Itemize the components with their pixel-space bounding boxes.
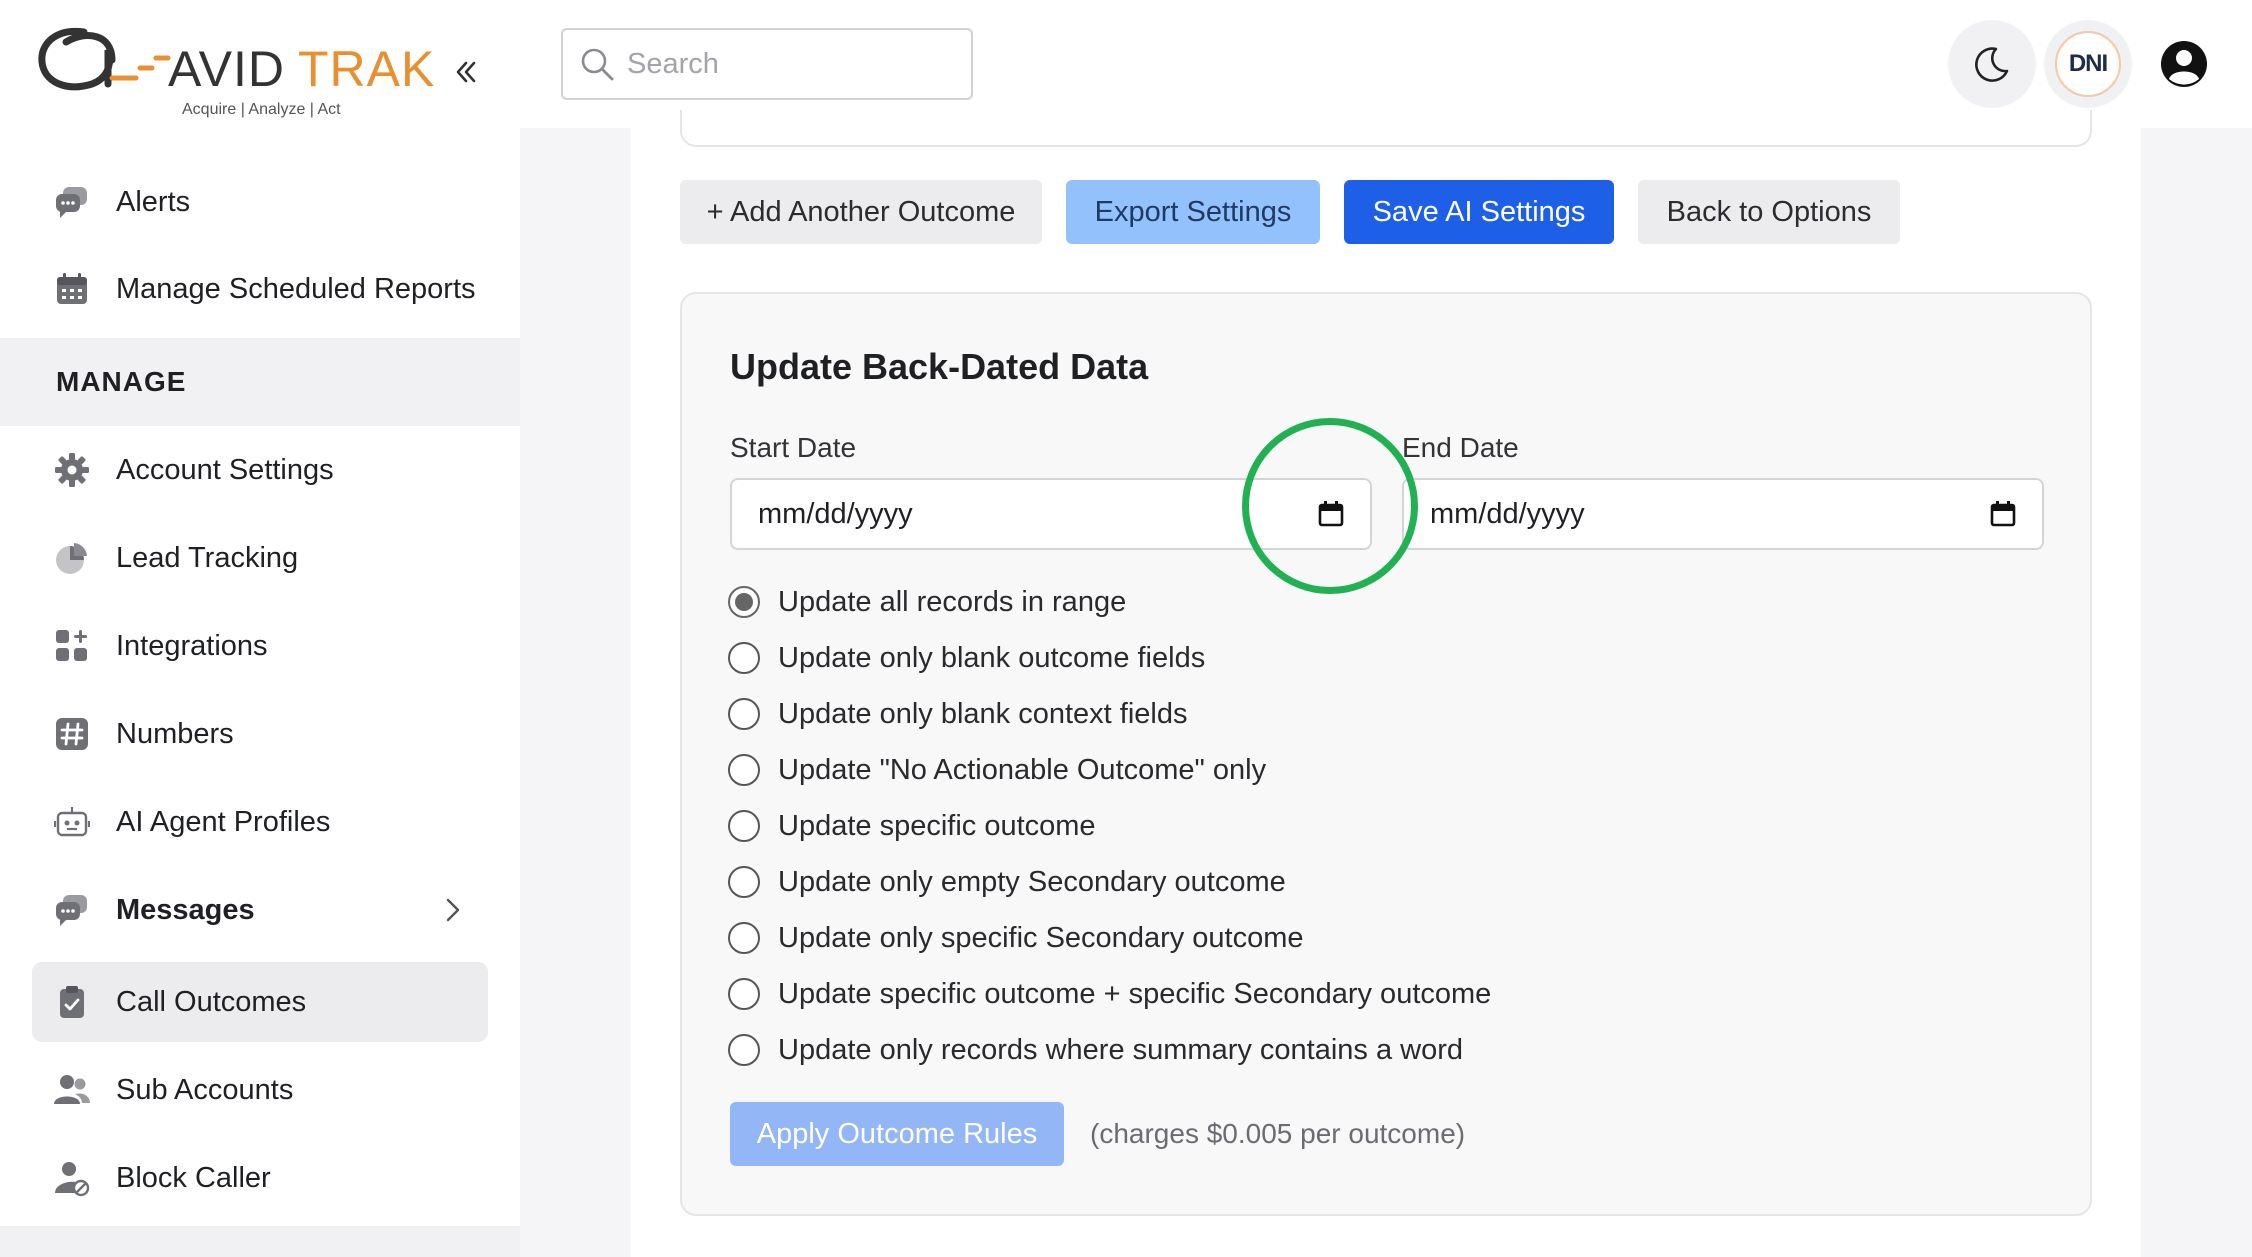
radio-label: Update only blank context fields <box>778 697 1188 730</box>
start-date-label: Start Date <box>730 432 857 463</box>
chevron-right-icon <box>440 894 466 931</box>
sidebar-item-manage-scheduled-reports[interactable]: Manage Scheduled Reports <box>32 249 488 329</box>
section-header-manage: MANAGE <box>0 338 520 426</box>
sidebar-item-label: Lead Tracking <box>116 541 299 574</box>
radio-label: Update only empty Secondary outcome <box>778 865 1286 898</box>
radio-label: Update only specific Secondary outcome <box>778 921 1304 954</box>
users-icon <box>52 1070 92 1110</box>
radio-summary-contains-word[interactable]: Update only records where summary contai… <box>728 1030 1463 1070</box>
radio-label: Update only blank outcome fields <box>778 641 1206 674</box>
calendar-icon <box>52 269 92 309</box>
sidebar-item-label: Alerts <box>116 185 191 218</box>
clipboard-check-icon <box>52 982 92 1022</box>
radio-label: Update specific outcome <box>778 809 1096 842</box>
logo-tagline: Acquire | Analyze | Act <box>182 101 341 118</box>
sidebar-item-lead-tracking[interactable]: Lead Tracking <box>32 518 488 598</box>
radio-blank-context-fields[interactable]: Update only blank context fields <box>728 694 1187 734</box>
chat-bubbles-icon <box>52 890 92 930</box>
avidtrak-logo[interactable]: AVID TRAK Acquire | Analyze | Act <box>36 20 446 130</box>
dni-badge: DNI <box>2055 31 2121 97</box>
logo-wordmark-trak: TRAK <box>298 41 435 97</box>
card-title: Update Back-Dated Data <box>730 346 1149 387</box>
chat-bubbles-icon <box>52 182 92 222</box>
end-date-input[interactable]: mm/dd/yyyy <box>1402 478 2044 550</box>
radio-button[interactable] <box>728 810 760 842</box>
radio-button[interactable] <box>728 978 760 1010</box>
radio-button[interactable] <box>728 754 760 786</box>
radio-empty-secondary-outcome[interactable]: Update only empty Secondary outcome <box>728 862 1286 902</box>
sidebar-item-block-caller[interactable]: Block Caller <box>32 1138 488 1218</box>
sidebar-footer-band <box>0 1226 520 1257</box>
grid-plus-icon <box>52 626 92 666</box>
dark-mode-toggle[interactable] <box>1948 20 2036 108</box>
radio-label: Update only records where summary contai… <box>778 1033 1464 1066</box>
radio-button[interactable] <box>728 698 760 730</box>
radio-specific-secondary-outcome[interactable]: Update only specific Secondary outcome <box>728 918 1304 958</box>
apply-outcome-rules-button[interactable]: Apply Outcome Rules <box>730 1102 1064 1166</box>
radio-button[interactable] <box>728 642 760 674</box>
radio-label: Update all records in range <box>778 585 1127 618</box>
end-date-value: mm/dd/yyyy <box>1430 497 1585 530</box>
double-chevron-left-icon <box>456 61 476 83</box>
sidebar-item-label: Call Outcomes <box>116 985 307 1018</box>
collapse-sidebar-button[interactable] <box>446 50 486 94</box>
sidebar-item-label: Integrations <box>116 629 268 662</box>
sidebar-item-label: Numbers <box>116 717 234 750</box>
save-ai-settings-button[interactable]: Save AI Settings <box>1344 180 1614 244</box>
user-block-icon <box>52 1158 92 1198</box>
sidebar-item-label: Account Settings <box>116 453 334 486</box>
radio-label: Update "No Actionable Outcome" only <box>778 753 1267 786</box>
sidebar: AVID TRAK Acquire | Analyze | Act Alerts… <box>0 0 520 1257</box>
pie-chart-icon <box>52 538 92 578</box>
sidebar-item-label: AI Agent Profiles <box>116 805 331 838</box>
end-date-label: End Date <box>1402 432 1519 463</box>
dni-label: DNI <box>2068 50 2108 77</box>
sidebar-item-messages[interactable]: Messages <box>32 870 488 950</box>
sidebar-item-ai-agent-profiles[interactable]: AI Agent Profiles <box>32 782 488 862</box>
start-date-value: mm/dd/yyyy <box>758 497 913 530</box>
sidebar-item-label: Sub Accounts <box>116 1073 294 1106</box>
radio-dot <box>735 593 753 611</box>
sidebar-item-account-settings[interactable]: Account Settings <box>32 430 488 510</box>
sidebar-item-alerts[interactable]: Alerts <box>32 162 488 242</box>
sidebar-item-numbers[interactable]: Numbers <box>32 694 488 774</box>
search-icon <box>579 46 615 82</box>
top-bar: DNI <box>520 0 2252 128</box>
radio-button[interactable] <box>728 1034 760 1066</box>
charge-note: (charges $0.005 per outcome) <box>1090 1118 1466 1149</box>
radio-button-checked[interactable] <box>728 586 760 618</box>
radio-label: Update specific outcome + specific Secon… <box>778 977 1492 1010</box>
export-settings-button[interactable]: Export Settings <box>1066 180 1320 244</box>
section-header-label: MANAGE <box>56 366 187 397</box>
sidebar-item-sub-accounts[interactable]: Sub Accounts <box>32 1050 488 1130</box>
radio-update-all-records[interactable]: Update all records in range <box>728 582 1126 622</box>
sidebar-item-label: Messages <box>116 893 255 926</box>
radio-blank-outcome-fields[interactable]: Update only blank outcome fields <box>728 638 1205 678</box>
sidebar-item-label: Block Caller <box>116 1161 271 1194</box>
previous-card-edge <box>680 110 2092 147</box>
start-date-input[interactable]: mm/dd/yyyy <box>730 478 1372 550</box>
logo-wordmark-avid: AVID <box>168 41 285 97</box>
add-another-outcome-button[interactable]: + Add Another Outcome <box>680 180 1042 244</box>
radio-specific-outcome-and-secondary[interactable]: Update specific outcome + specific Secon… <box>728 974 1491 1014</box>
radio-button[interactable] <box>728 866 760 898</box>
user-avatar-icon <box>2161 41 2207 87</box>
radio-button[interactable] <box>728 922 760 954</box>
user-menu-button[interactable] <box>2140 20 2228 108</box>
moon-icon <box>1975 47 2009 82</box>
hashtag-icon <box>52 714 92 754</box>
radio-specific-outcome[interactable]: Update specific outcome <box>728 806 1096 846</box>
gear-icon <box>52 450 92 490</box>
search-input[interactable] <box>627 47 947 81</box>
sidebar-item-call-outcomes[interactable]: Call Outcomes <box>32 962 488 1042</box>
robot-icon <box>52 802 92 842</box>
radio-no-actionable-outcome[interactable]: Update "No Actionable Outcome" only <box>728 750 1266 790</box>
sidebar-item-label: Manage Scheduled Reports <box>116 272 476 305</box>
calendar-picker-icon[interactable] <box>1318 500 1344 528</box>
dni-button[interactable]: DNI <box>2044 20 2132 108</box>
sidebar-item-integrations[interactable]: Integrations <box>32 606 488 686</box>
calendar-picker-icon[interactable] <box>1990 500 2016 528</box>
search-box[interactable] <box>561 28 973 100</box>
back-to-options-button[interactable]: Back to Options <box>1638 180 1900 244</box>
